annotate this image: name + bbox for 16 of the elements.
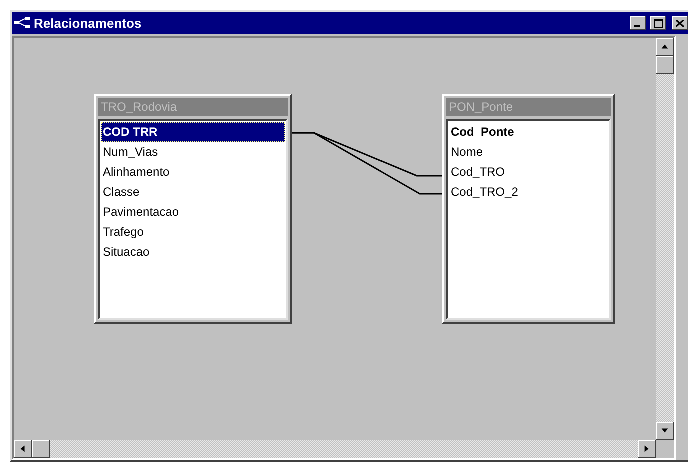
field-item[interactable]: Cod_TRO_2 (449, 182, 608, 202)
field-item[interactable]: Nome (449, 142, 608, 162)
field-item[interactable]: Cod_TRO (449, 162, 608, 182)
table-window[interactable]: PON_Ponte Cod_Ponte Nome Cod_TRO Cod_TRO_2 (442, 94, 615, 324)
window-title: Relacionamentos (34, 16, 143, 30)
table-window[interactable]: TRO_Rodovia COD TRR Num_Vias Alinhamento Classe Pavimentacao Trafego Situacao (94, 94, 292, 324)
field-item[interactable]: Num_Vias (101, 142, 285, 162)
table-name: TRO_Rodovia (98, 98, 288, 116)
field-item[interactable]: Alinhamento (101, 162, 285, 182)
field-item[interactable]: Classe (101, 182, 285, 202)
field-item[interactable]: Situacao (101, 242, 285, 262)
field-item[interactable]: Cod_Ponte (449, 122, 608, 142)
field-item[interactable]: Pavimentacao (101, 202, 285, 222)
table-name: PON_Ponte (446, 98, 611, 116)
field-item[interactable]: Trafego (101, 222, 285, 242)
field-item[interactable]: COD TRR (101, 122, 285, 142)
